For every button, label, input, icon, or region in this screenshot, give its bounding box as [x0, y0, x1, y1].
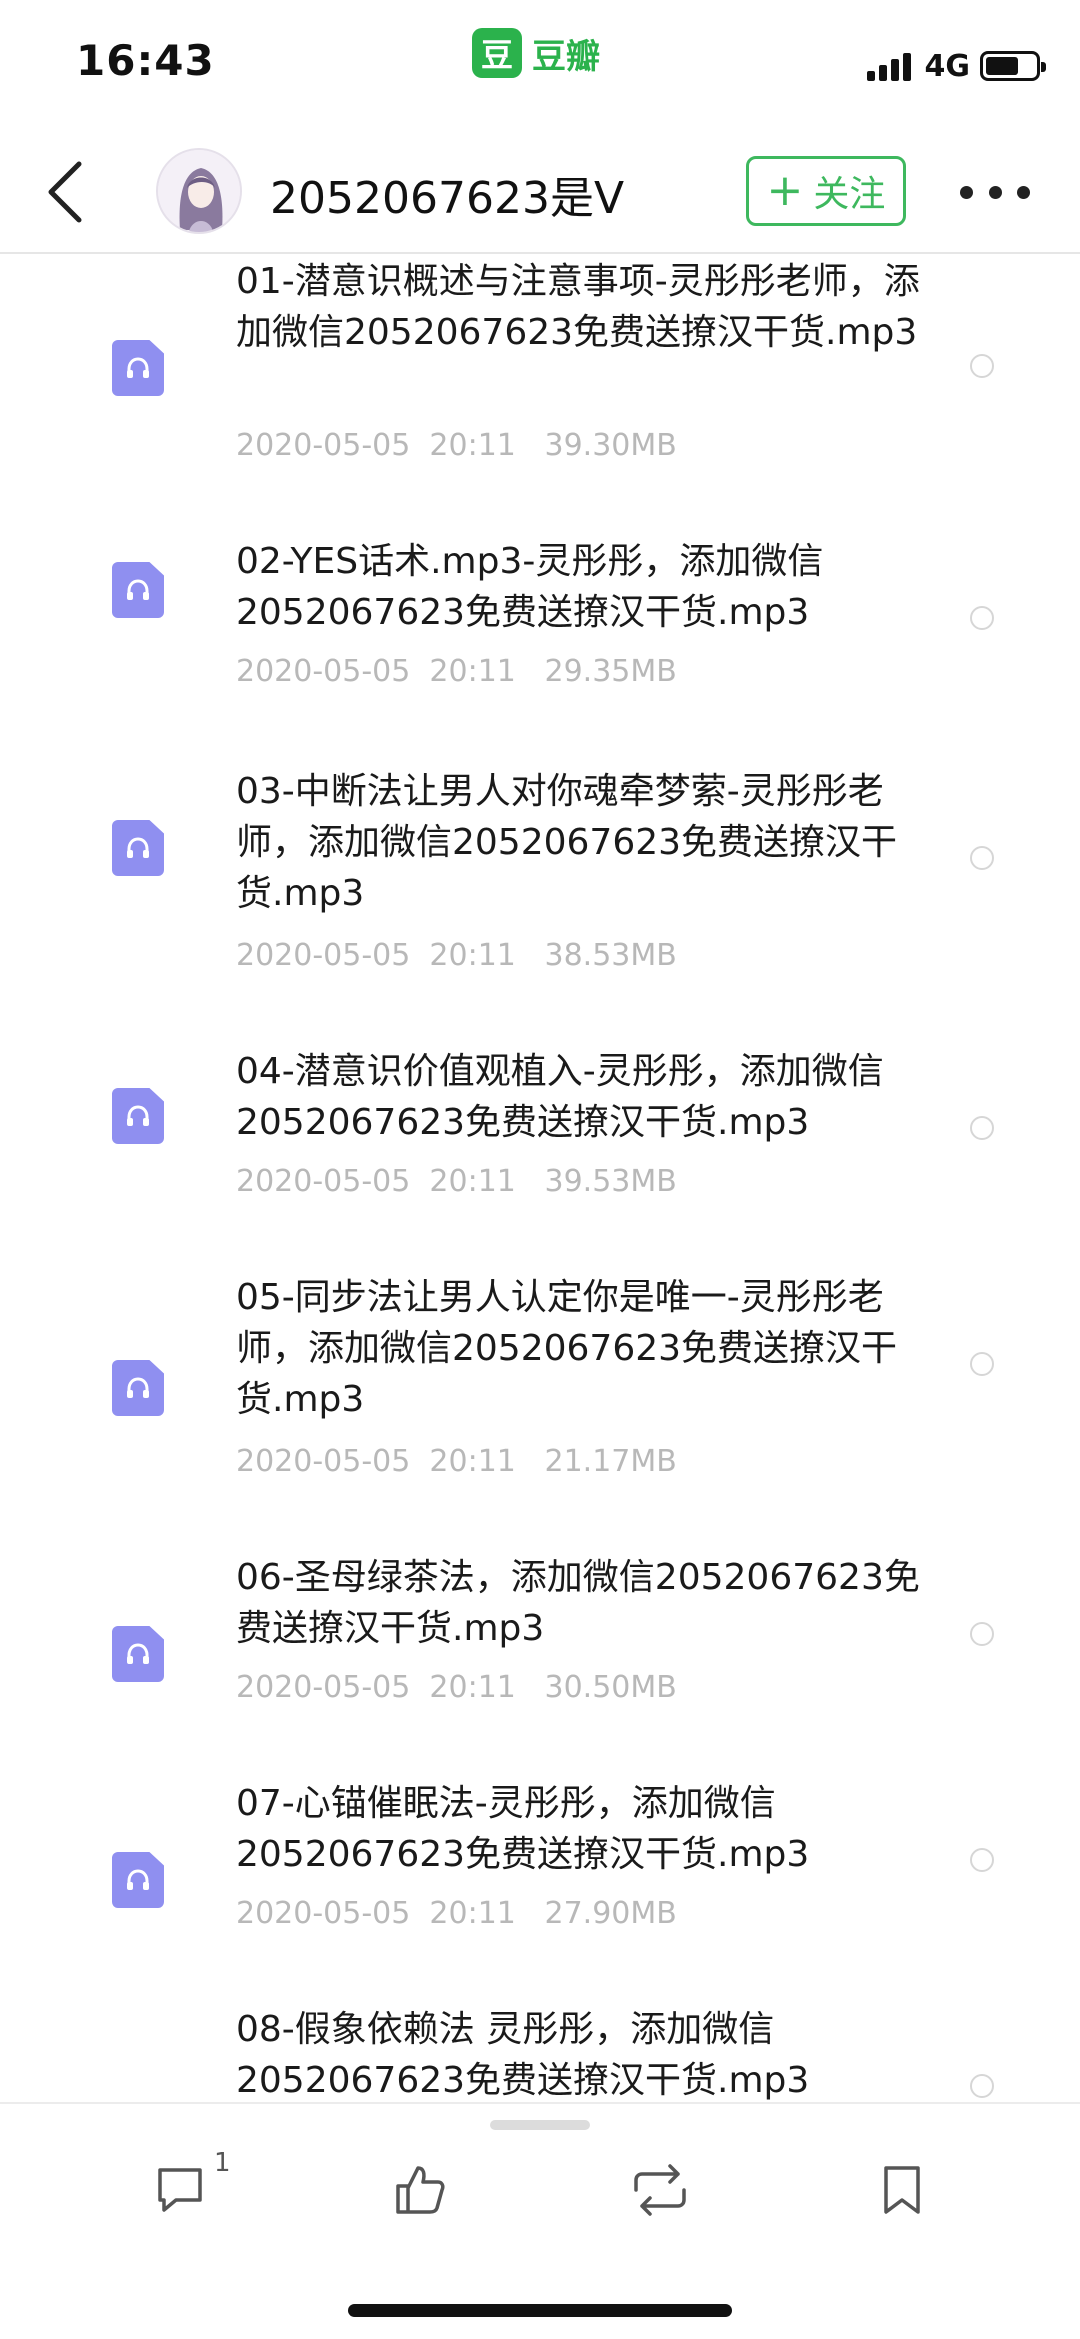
plus-icon: + — [766, 165, 804, 216]
audio-file-icon — [112, 1626, 164, 1682]
bottom-action-bar: 1 — [0, 2102, 1080, 2339]
app-name: 豆瓣 — [532, 36, 600, 77]
audio-file-icon — [112, 1360, 164, 1416]
user-name[interactable]: 2052067623是V — [270, 162, 624, 226]
signal-icon — [866, 51, 915, 81]
repost-icon — [634, 2164, 686, 2216]
select-radio[interactable] — [970, 2074, 994, 2098]
audio-file-icon — [112, 820, 164, 876]
audio-file-icon — [112, 1852, 164, 1908]
list-item[interactable]: 02-YES话术.mp3-灵彤彤，添加微信2052067623免费送撩汉干货.m… — [0, 536, 1080, 736]
list-item[interactable]: 03-中断法让男人对你魂牵梦萦-灵彤彤老师，添加微信2052067623免费送撩… — [0, 766, 1080, 1016]
audio-file-icon — [112, 340, 164, 396]
douban-logo-icon: 豆 — [472, 28, 522, 78]
file-meta: 2020-05-05 20:11 21.17MB — [236, 1444, 677, 1479]
select-radio[interactable] — [970, 1622, 994, 1646]
file-title: 03-中断法让男人对你魂牵梦萦-灵彤彤老师，添加微信2052067623免费送撩… — [236, 771, 898, 914]
file-title: 02-YES话术.mp3-灵彤彤，添加微信2052067623免费送撩汉干货.m… — [236, 541, 824, 633]
avatar[interactable] — [156, 148, 242, 234]
profile-header: 2052067623是V + 关注 — [0, 130, 1080, 254]
avatar-illustration-icon — [158, 150, 240, 232]
select-radio[interactable] — [970, 1352, 994, 1376]
network-label: 4G — [924, 48, 971, 84]
status-time: 16:43 — [76, 36, 215, 85]
file-meta: 2020-05-05 20:11 30.50MB — [236, 1670, 677, 1705]
file-title: 01-潜意识概述与注意事项-灵彤彤老师，添加微信2052067623免费送撩汉干… — [236, 261, 920, 353]
select-radio[interactable] — [970, 1116, 994, 1140]
file-title: 05-同步法让男人认定你是唯一-灵彤彤老师，添加微信2052067623免费送撩… — [236, 1277, 898, 1420]
file-title: 07-心锚催眠法-灵彤彤，添加微信2052067623免费送撩汉干货.mp3 — [236, 1783, 810, 1875]
comment-button[interactable] — [140, 2150, 220, 2230]
file-meta: 2020-05-05 20:11 39.53MB — [236, 1164, 677, 1199]
more-dots-icon[interactable] — [960, 172, 1030, 212]
select-radio[interactable] — [970, 606, 994, 630]
repost-button[interactable] — [620, 2150, 700, 2230]
list-item[interactable]: 08-假象依赖法 灵彤彤，添加微信2052067623免费送撩汉干货.mp3 — [0, 2004, 1080, 2102]
like-icon — [396, 2166, 445, 2214]
file-meta: 2020-05-05 20:11 29.35MB — [236, 654, 677, 689]
file-list: 01-潜意识概述与注意事项-灵彤彤老师，添加微信2052067623免费送撩汉干… — [0, 256, 1080, 2102]
file-meta: 2020-05-05 20:11 27.90MB — [236, 1896, 677, 1931]
status-indicators: 4G — [866, 46, 1046, 86]
file-title: 04-潜意识价值观植入-灵彤彤，添加微信2052067623免费送撩汉干货.mp… — [236, 1051, 884, 1143]
follow-label: 关注 — [813, 174, 886, 215]
back-button[interactable] — [30, 152, 100, 232]
list-item[interactable]: 04-潜意识价值观植入-灵彤彤，添加微信2052067623免费送撩汉干货.mp… — [0, 1046, 1080, 1246]
bookmark-button[interactable] — [862, 2150, 942, 2230]
follow-button[interactable]: + 关注 — [746, 156, 906, 226]
bookmark-icon — [884, 2166, 920, 2214]
audio-file-icon — [112, 1088, 164, 1144]
audio-file-icon — [112, 562, 164, 618]
status-bar: 16:43 豆 豆瓣 4G — [0, 0, 1080, 130]
select-radio[interactable] — [970, 354, 994, 378]
battery-icon — [980, 51, 1046, 81]
select-radio[interactable] — [970, 1848, 994, 1872]
select-radio[interactable] — [970, 846, 994, 870]
file-meta: 2020-05-05 20:11 39.30MB — [236, 428, 677, 463]
like-button[interactable] — [380, 2150, 460, 2230]
home-indicator[interactable] — [348, 2304, 732, 2317]
file-meta: 2020-05-05 20:11 38.53MB — [236, 938, 677, 973]
file-title: 06-圣母绿茶法，添加微信2052067623免费送撩汉干货.mp3 — [236, 1557, 920, 1649]
comment-count: 1 — [214, 2148, 231, 2178]
chevron-left-icon — [48, 161, 82, 223]
file-title: 08-假象依赖法 灵彤彤，添加微信2052067623免费送撩汉干货.mp3 — [236, 2009, 810, 2101]
app-badge: 豆 豆瓣 — [472, 26, 600, 80]
comment-icon — [158, 2168, 202, 2212]
drag-handle[interactable] — [490, 2120, 590, 2130]
